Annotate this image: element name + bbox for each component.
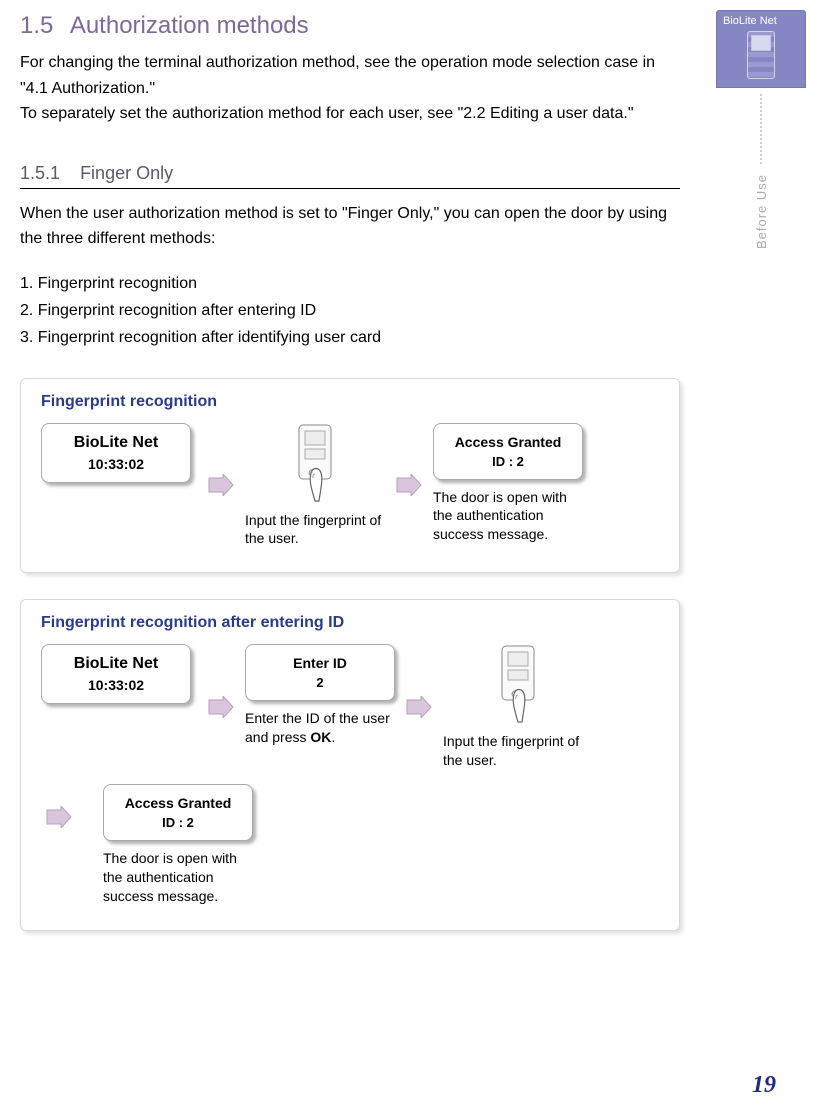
device-mini-icon xyxy=(747,31,775,79)
panel-fingerprint-after-id: Fingerprint recognition after entering I… xyxy=(20,599,680,930)
screen-box-result: Access Granted ID : 2 xyxy=(103,784,253,841)
screen-box-enter-id: Enter ID 2 xyxy=(245,644,395,701)
page-number: 19 xyxy=(752,1072,776,1099)
section-title: Authorization methods xyxy=(70,12,309,39)
screen-line1: Access Granted xyxy=(112,795,244,811)
arrow-icon xyxy=(45,806,73,828)
side-section-label: Before Use xyxy=(754,174,769,249)
list-item: 2. Fingerprint recognition after enterin… xyxy=(20,297,680,324)
screen-box-start: BioLite Net 10:33:02 xyxy=(41,423,191,483)
screen-line2: 2 xyxy=(254,675,386,690)
subsection-heading: 1.5.1 Finger Only xyxy=(20,163,680,184)
step-caption: The door is open with the authentication… xyxy=(103,849,259,906)
step-caption: The door is open with the authentication… xyxy=(433,488,589,545)
panel-title: Fingerprint recognition xyxy=(41,393,659,411)
subsection-number: 1.5.1 xyxy=(20,163,60,183)
screen-line1: Enter ID xyxy=(254,655,386,671)
arrow-icon xyxy=(395,474,423,496)
step-caption: Input the fingerprint of the user. xyxy=(245,511,385,549)
side-tab-widget: BioLite Net Before Use xyxy=(716,10,806,249)
step-caption: Enter the ID of the user and press OK. xyxy=(245,709,395,747)
screen-line1: BioLite Net xyxy=(50,655,182,673)
screen-line1: BioLite Net xyxy=(50,434,182,452)
screen-line2: ID : 2 xyxy=(112,815,244,830)
subsection-intro: When the user authorization method is se… xyxy=(20,201,680,252)
screen-line2: 10:33:02 xyxy=(50,677,182,693)
subsection-title: Finger Only xyxy=(80,163,173,183)
section-number: 1.5 xyxy=(20,12,53,39)
step-caption: Input the fingerprint of the user. xyxy=(443,732,593,770)
arrow-icon xyxy=(207,696,235,718)
intro-paragraph-2: To separately set the authorization meth… xyxy=(20,101,680,127)
screen-line2: 10:33:02 xyxy=(50,456,182,472)
arrow-icon xyxy=(207,474,235,496)
intro-paragraph-1: For changing the terminal authorization … xyxy=(20,50,680,101)
brand-badge: BioLite Net xyxy=(716,10,806,88)
subsection-divider xyxy=(20,188,680,189)
screen-line1: Access Granted xyxy=(442,434,574,450)
screen-line2: ID : 2 xyxy=(442,454,574,469)
screen-box-result: Access Granted ID : 2 xyxy=(433,423,583,480)
fingerprint-device-icon xyxy=(285,423,345,503)
arrow-icon xyxy=(405,696,433,718)
panel-title: Fingerprint recognition after entering I… xyxy=(41,614,659,632)
brand-label: BioLite Net xyxy=(723,15,777,27)
screen-box-start: BioLite Net 10:33:02 xyxy=(41,644,191,704)
section-heading: 1.5 Authorization methods xyxy=(20,12,680,40)
list-item: 3. Fingerprint recognition after identif… xyxy=(20,324,680,351)
list-item: 1. Fingerprint recognition xyxy=(20,270,680,297)
method-list: 1. Fingerprint recognition 2. Fingerprin… xyxy=(20,270,680,352)
fingerprint-device-icon xyxy=(488,644,548,724)
side-dotted-line xyxy=(760,94,762,164)
panel-fingerprint-recognition: Fingerprint recognition BioLite Net 10:3… xyxy=(20,378,680,574)
